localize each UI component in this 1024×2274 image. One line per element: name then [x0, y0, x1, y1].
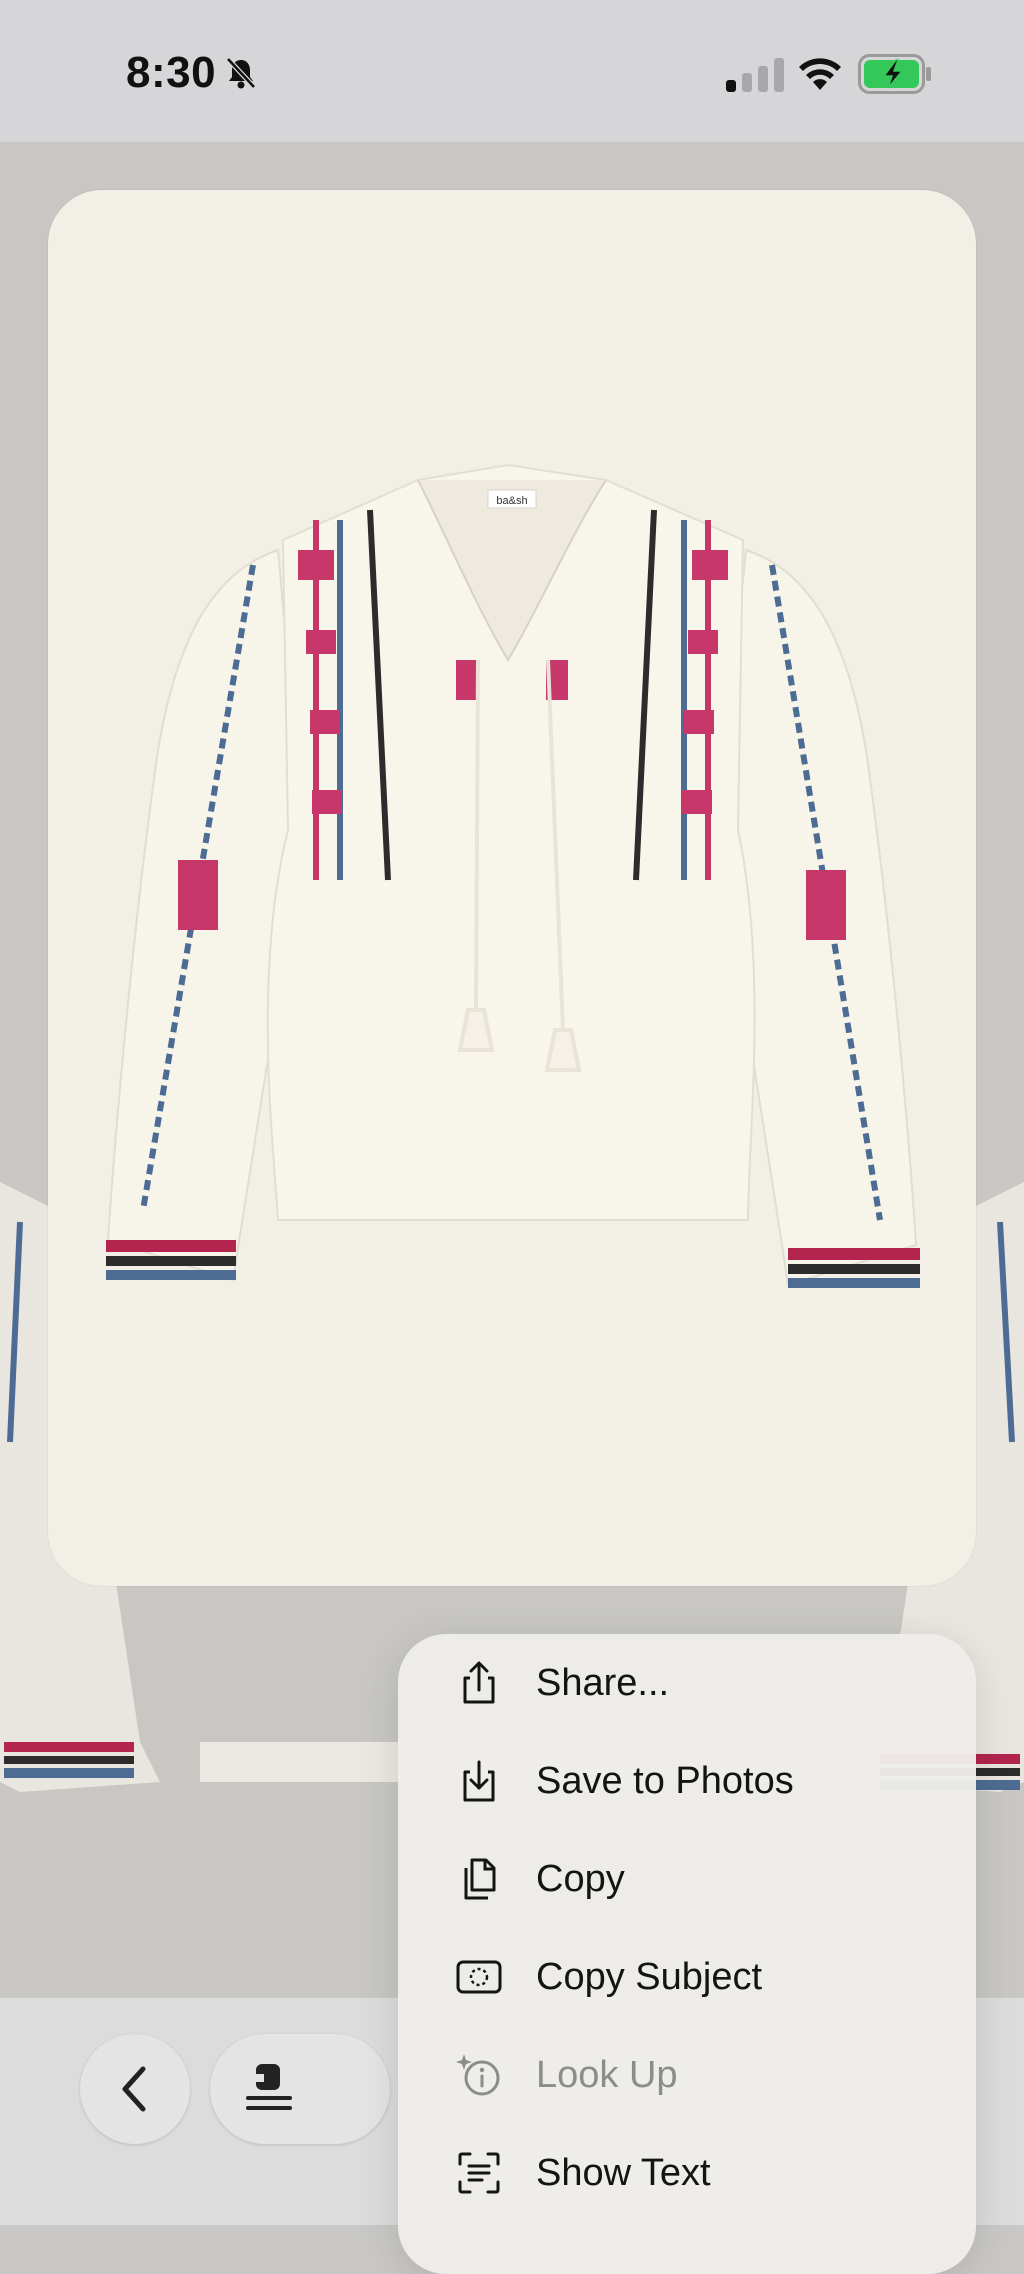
menu-item-label: Look Up: [536, 2054, 678, 2096]
menu-item-copy-subject[interactable]: Copy Subject: [398, 1928, 976, 2026]
menu-item-label: Save to Photos: [536, 1760, 794, 1802]
menu-item-show-text[interactable]: Show Text: [398, 2124, 976, 2222]
menu-item-label: Share...: [536, 1662, 670, 1704]
bell-slash-icon: [224, 56, 258, 95]
battery-charging-icon: [858, 54, 932, 99]
cellular-signal-icon: [726, 58, 790, 97]
brand-label: ba&sh: [496, 495, 527, 507]
menu-item-copy[interactable]: Copy: [398, 1830, 976, 1928]
copy-subject-icon: [456, 1954, 502, 2000]
look-up-icon: [456, 2052, 502, 2098]
context-menu: Share... Save to Photos Copy Copy Subjec…: [398, 1634, 976, 2274]
status-bar: 8:30: [0, 0, 1024, 142]
menu-item-label: Show Text: [536, 2152, 711, 2194]
back-button[interactable]: [80, 2034, 190, 2144]
show-text-icon: [456, 2150, 502, 2196]
photo-preview[interactable]: ba&sh: [48, 190, 976, 1586]
status-time: 8:30: [126, 48, 217, 97]
menu-item-share[interactable]: Share...: [398, 1634, 976, 1732]
blouse-image: ba&sh: [106, 463, 920, 1288]
save-to-photos-icon: [456, 1758, 502, 1804]
info-document-button[interactable]: [210, 2034, 390, 2144]
menu-item-save-to-photos[interactable]: Save to Photos: [398, 1732, 976, 1830]
menu-item-look-up[interactable]: Look Up: [398, 2026, 976, 2124]
info-document-icon: [246, 2062, 294, 2121]
wifi-icon: [796, 54, 844, 97]
copy-icon: [456, 1856, 502, 1902]
share-icon: [456, 1660, 502, 1706]
menu-item-label: Copy: [536, 1858, 625, 1900]
chevron-left-icon: [122, 2066, 146, 2112]
menu-item-label: Copy Subject: [536, 1956, 763, 1998]
